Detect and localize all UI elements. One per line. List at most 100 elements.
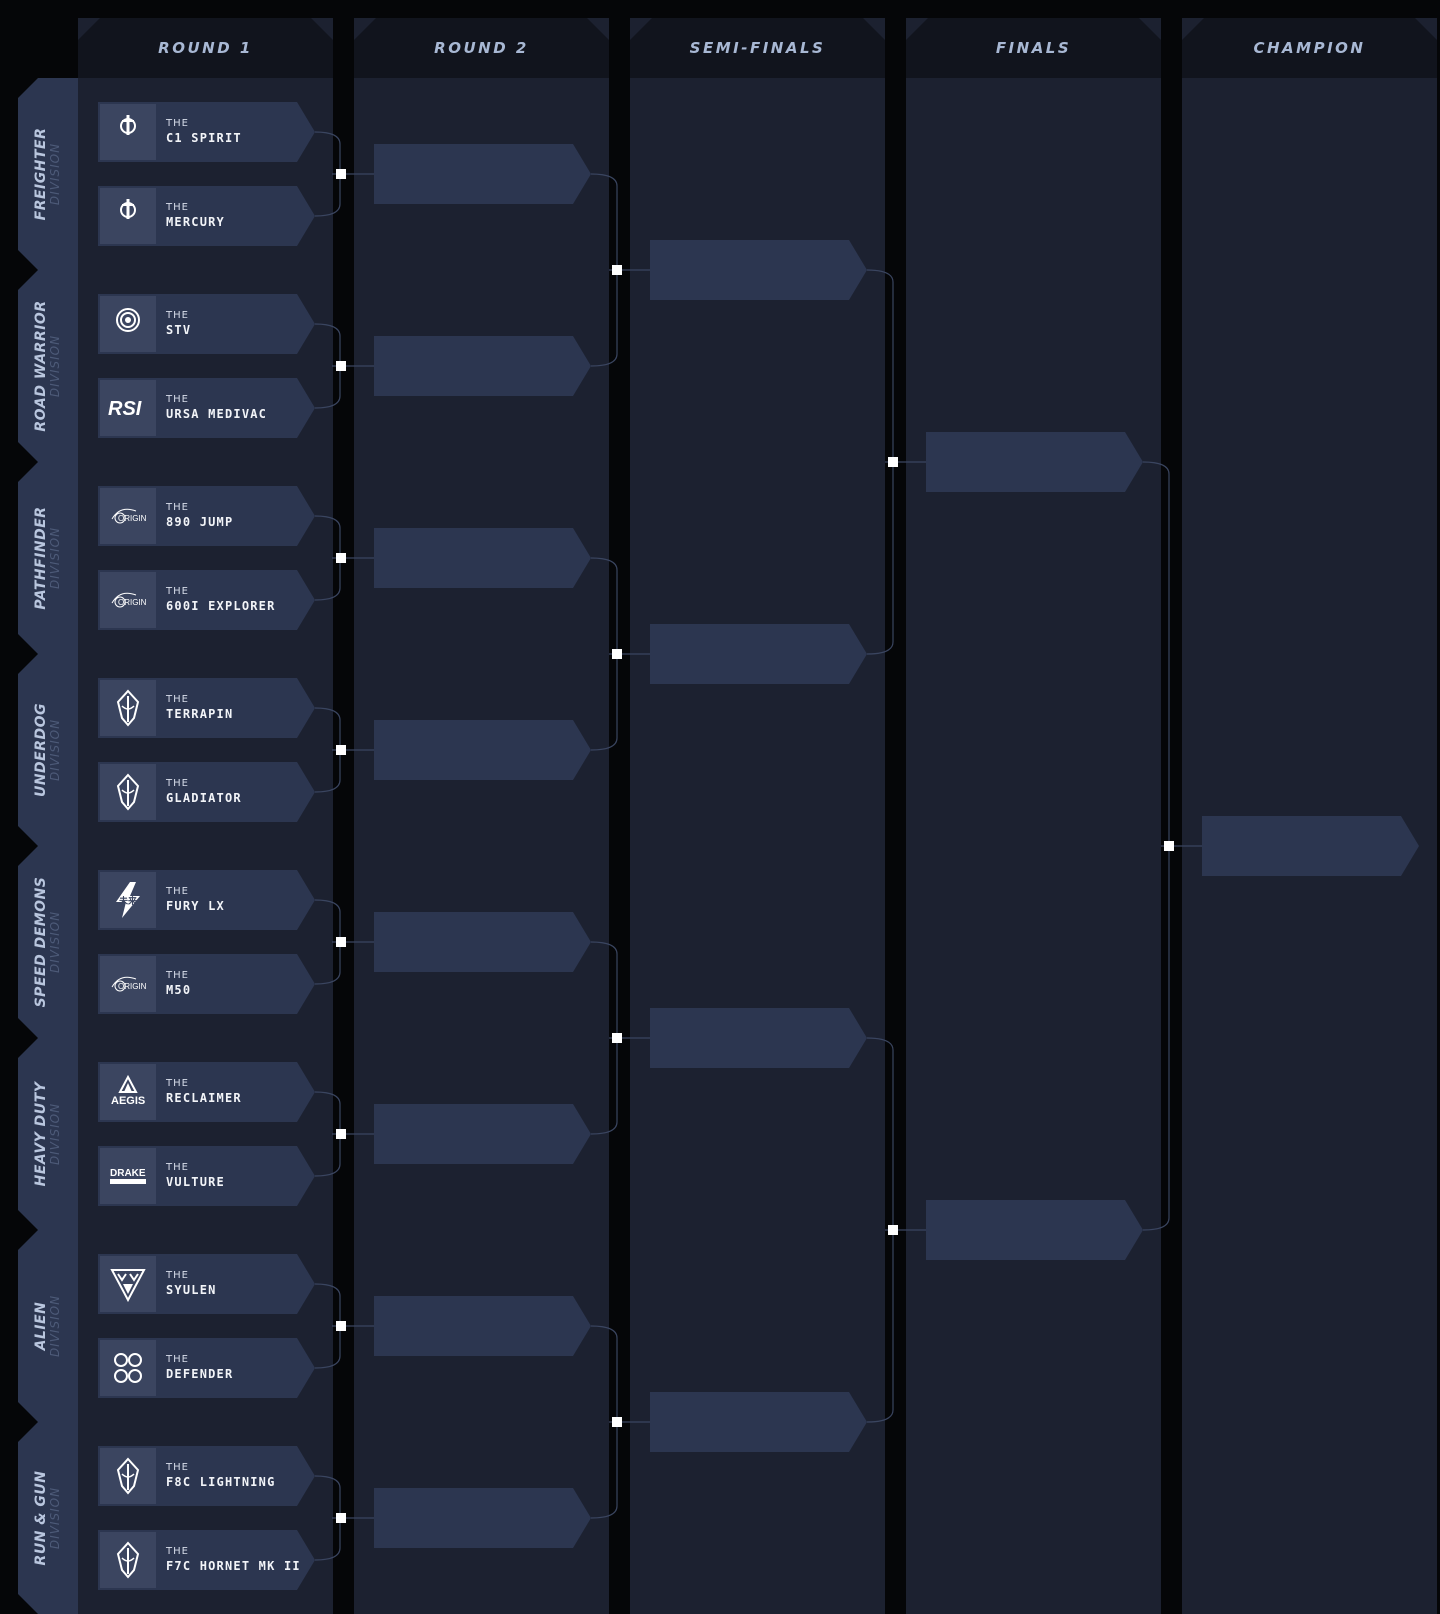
mirai-icon: 未来 (100, 872, 156, 928)
team-name: VULTURE (166, 1175, 225, 1189)
division-subtitle: DIVISION (48, 526, 62, 590)
round-2-slot[interactable] (374, 1296, 591, 1356)
final-slot[interactable] (926, 1200, 1143, 1260)
rsi-icon: RSI (100, 380, 156, 436)
division-subtitle: DIVISION (48, 1486, 62, 1550)
team-card[interactable]: DRAKE THE VULTURE (98, 1146, 315, 1206)
bracket-node (888, 457, 898, 467)
team-prefix: THE (166, 1546, 189, 1557)
division-label: PATHFINDER DIVISION (34, 506, 62, 609)
team-prefix: THE (166, 202, 189, 213)
division-name: HEAVY DUTY (33, 1081, 49, 1187)
round-2-slot[interactable] (374, 720, 591, 780)
semi-final-slot[interactable] (650, 240, 867, 300)
champion-slot[interactable] (1202, 816, 1419, 876)
division-tab: ROAD WARRIOR DIVISION (18, 270, 78, 462)
team-prefix: THE (166, 310, 189, 321)
division-name: SPEED DEMONS (33, 876, 49, 1008)
round-2-slot[interactable] (374, 528, 591, 588)
division-name: PATHFINDER (33, 506, 49, 610)
team-card[interactable]: THE F7C HORNET MK II (98, 1530, 315, 1590)
bracket-node (888, 1225, 898, 1235)
team-name: GLADIATOR (166, 791, 242, 805)
svg-text:ORIGIN: ORIGIN (118, 598, 147, 607)
bracket-node (336, 1321, 346, 1331)
team-prefix: THE (166, 394, 189, 405)
crusader-icon (100, 104, 156, 160)
division-name: UNDERDOG (33, 702, 49, 798)
division-subtitle: DIVISION (48, 718, 62, 782)
division-label: UNDERDOG DIVISION (34, 703, 62, 797)
team-name: M50 (166, 983, 192, 997)
team-card[interactable]: THE F8C LIGHTNING (98, 1446, 315, 1506)
team-prefix: THE (166, 1078, 189, 1089)
team-prefix: THE (166, 1162, 189, 1173)
team-prefix: THE (166, 694, 189, 705)
division-label: ROAD WARRIOR DIVISION (34, 300, 62, 431)
team-card[interactable]: RSI THE URSA MEDIVAC (98, 378, 315, 438)
team-card[interactable]: AEGIS THE RECLAIMER (98, 1062, 315, 1122)
column-title: SEMI-FINALS (689, 39, 826, 57)
bracket-node (612, 1417, 622, 1427)
column-header: CHAMPION (1182, 18, 1437, 78)
aegis-icon: AEGIS (100, 1064, 156, 1120)
bracket-node (612, 1033, 622, 1043)
column-round-2: ROUND 2 (354, 18, 609, 1614)
division-name: ALIEN (33, 1301, 49, 1351)
team-name: DEFENDER (166, 1367, 234, 1381)
team-card[interactable]: THE GLADIATOR (98, 762, 315, 822)
division-tab: HEAVY DUTY DIVISION (18, 1038, 78, 1230)
semi-final-slot[interactable] (650, 1392, 867, 1452)
division-label: HEAVY DUTY DIVISION (34, 1082, 62, 1187)
bracket-node (612, 265, 622, 275)
round-2-slot[interactable] (374, 1488, 591, 1548)
column-header: ROUND 1 (78, 18, 333, 78)
round-2-slot[interactable] (374, 1104, 591, 1164)
division-tab: UNDERDOG DIVISION (18, 654, 78, 846)
team-card[interactable]: THE SYULEN (98, 1254, 315, 1314)
round-2-slot[interactable] (374, 912, 591, 972)
division-subtitle: DIVISION (48, 910, 62, 974)
drake-icon: DRAKE (100, 1148, 156, 1204)
bracket-node (1164, 841, 1174, 851)
team-prefix: THE (166, 970, 189, 981)
team-name: F8C LIGHTNING (166, 1475, 276, 1489)
round-2-slot[interactable] (374, 144, 591, 204)
team-card[interactable]: ORIGIN THE 890 JUMP (98, 486, 315, 546)
origin-icon: ORIGIN (100, 956, 156, 1012)
bracket-node (612, 649, 622, 659)
column-title: ROUND 1 (158, 39, 253, 57)
division-name: FREIGHTER (33, 127, 49, 221)
greycat-icon (100, 296, 156, 352)
svg-text:未来: 未来 (118, 895, 138, 907)
anvil-icon (100, 680, 156, 736)
semi-final-slot[interactable] (650, 1008, 867, 1068)
team-prefix: THE (166, 1270, 189, 1281)
team-card[interactable]: THE TERRAPIN (98, 678, 315, 738)
team-card[interactable]: THE MERCURY (98, 186, 315, 246)
team-card[interactable]: ORIGIN THE M50 (98, 954, 315, 1014)
division-label: RUN & GUN DIVISION (34, 1471, 62, 1566)
division-tab: PATHFINDER DIVISION (18, 462, 78, 654)
bracket-node (336, 361, 346, 371)
team-card[interactable]: THE C1 SPIRIT (98, 102, 315, 162)
team-card[interactable]: 未来 THE FURY LX (98, 870, 315, 930)
final-slot[interactable] (926, 432, 1143, 492)
banu-icon (100, 1340, 156, 1396)
svg-text:RSI: RSI (108, 398, 142, 420)
team-name: TERRAPIN (166, 707, 234, 721)
division-tab: ALIEN DIVISION (18, 1230, 78, 1422)
team-name: F7C HORNET MK II (166, 1559, 301, 1573)
team-card[interactable]: THE STV (98, 294, 315, 354)
division-label: SPEED DEMONS DIVISION (34, 877, 62, 1008)
column-title: FINALS (995, 39, 1072, 57)
gatac-icon (100, 1256, 156, 1312)
svg-text:ORIGIN: ORIGIN (118, 514, 147, 523)
team-card[interactable]: THE DEFENDER (98, 1338, 315, 1398)
column-header: ROUND 2 (354, 18, 609, 78)
round-2-slot[interactable] (374, 336, 591, 396)
semi-final-slot[interactable] (650, 624, 867, 684)
team-card[interactable]: ORIGIN THE 600I EXPLORER (98, 570, 315, 630)
column-title: ROUND 2 (434, 39, 529, 57)
division-name: ROAD WARRIOR (33, 300, 49, 432)
